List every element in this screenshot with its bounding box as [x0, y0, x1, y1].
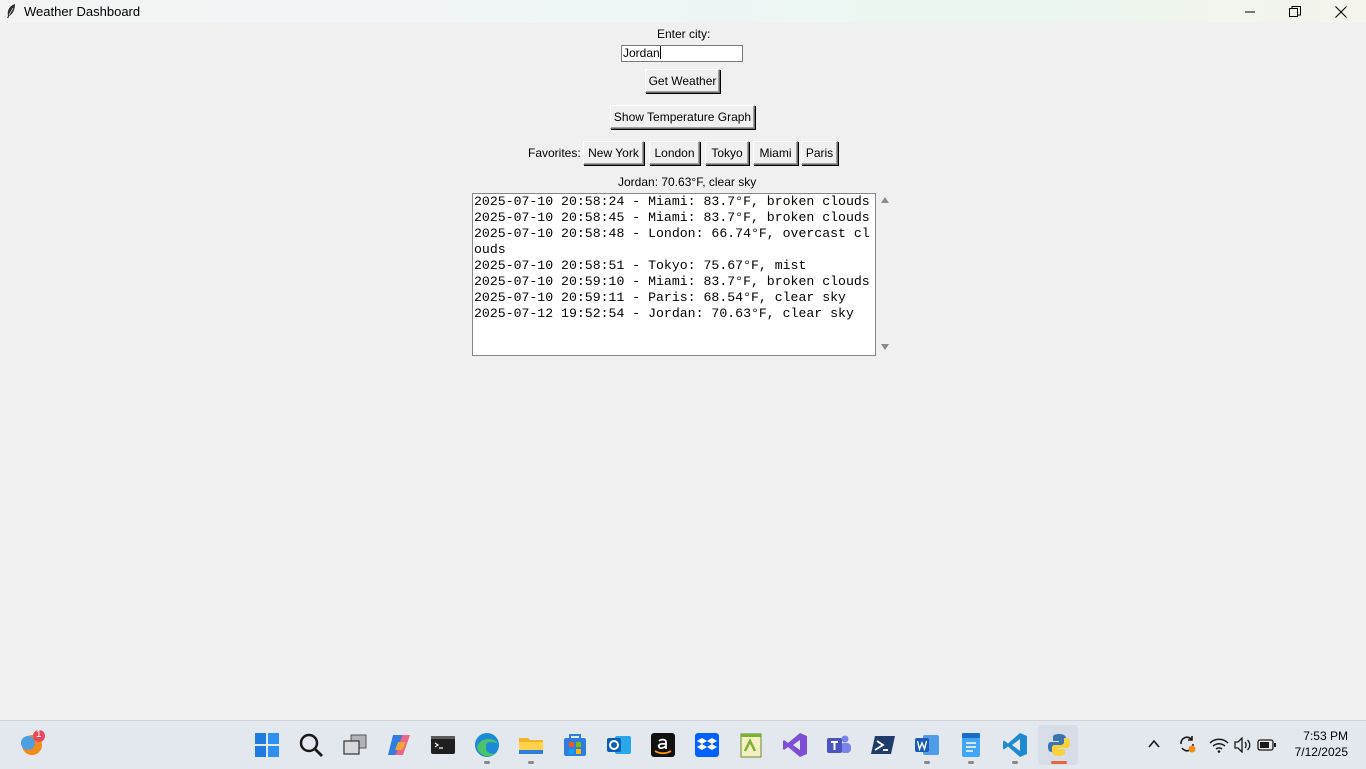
word-icon[interactable]: [914, 732, 940, 758]
volume-icon[interactable]: [1234, 737, 1252, 753]
close-icon: [1335, 5, 1347, 18]
clock-date: 7/12/2025: [1294, 745, 1348, 759]
restore-icon: [1289, 5, 1301, 17]
city-input[interactable]: Jordan: [621, 45, 743, 62]
history-line: ouds: [474, 242, 506, 257]
history-line: 2025-07-10 20:59:11 - Paris: 68.54°F, cl…: [474, 290, 846, 305]
powershell-icon[interactable]: [870, 732, 896, 758]
history-line: 2025-07-10 20:58:45 - Miami: 83.7°F, bro…: [474, 210, 870, 225]
vscode-icon[interactable]: [1002, 732, 1028, 758]
terminal-icon[interactable]: [430, 732, 456, 758]
text-caret: [659, 46, 661, 59]
favorite-paris-button[interactable]: Paris: [801, 141, 838, 165]
wifi-icon[interactable]: [1209, 737, 1229, 753]
taskbar: [0, 720, 1366, 769]
minimize-icon: [1245, 11, 1255, 12]
favorite-london-button[interactable]: London: [649, 141, 700, 165]
outlook-icon[interactable]: [606, 732, 632, 758]
teams-icon[interactable]: [826, 732, 852, 758]
favorite-miami-button[interactable]: Miami: [753, 141, 798, 165]
amazon-icon[interactable]: [650, 732, 676, 758]
window-title: Weather Dashboard: [24, 4, 141, 19]
chevron-up-icon[interactable]: [1147, 737, 1161, 751]
history-line: 2025-07-10 20:58:51 - Tokyo: 75.67°F, mi…: [474, 258, 807, 273]
scroll-up-arrow-icon[interactable]: [880, 196, 890, 204]
search-icon[interactable]: [298, 732, 324, 758]
notepad-icon[interactable]: [958, 732, 984, 758]
notepad-plus-icon[interactable]: [738, 732, 764, 758]
edge-icon[interactable]: [474, 732, 500, 758]
history-line: 2025-07-10 20:58:48 - London: 66.74°F, o…: [474, 226, 870, 241]
file-explorer-icon[interactable]: [518, 732, 544, 758]
history-line: 2025-07-12 19:52:54 - Jordan: 70.63°F, c…: [474, 306, 854, 321]
dropbox-icon[interactable]: [694, 732, 720, 758]
favorite-tokyo-button[interactable]: Tokyo: [705, 141, 749, 165]
task-view-icon[interactable]: [342, 732, 368, 758]
scroll-down-arrow-icon[interactable]: [880, 343, 890, 351]
running-indicator: [1012, 761, 1018, 764]
store-icon[interactable]: [562, 732, 588, 758]
weather-result-label: Jordan: 70.63°F, clear sky: [618, 175, 757, 189]
feather-icon: [7, 4, 15, 18]
running-indicator: [484, 761, 490, 764]
start-icon[interactable]: [254, 732, 280, 758]
active-indicator: [1051, 761, 1067, 764]
python-icon[interactable]: [1046, 732, 1072, 758]
battery-icon[interactable]: [1257, 738, 1277, 752]
get-weather-button[interactable]: Get Weather: [645, 69, 720, 93]
history-textbox[interactable]: 2025-07-10 20:58:24 - Miami: 83.7°F, bro…: [472, 193, 876, 356]
restore-button[interactable]: [1272, 0, 1318, 23]
history-line: 2025-07-10 20:58:24 - Miami: 83.7°F, bro…: [474, 194, 870, 209]
clock-time: 7:53 PM: [1303, 729, 1348, 743]
system-clock[interactable]: 7:53 PM 7/12/2025: [1295, 728, 1348, 760]
running-indicator: [968, 761, 974, 764]
close-button[interactable]: [1318, 0, 1364, 23]
title-bar[interactable]: Weather Dashboard: [0, 0, 1366, 23]
show-temperature-graph-button[interactable]: Show Temperature Graph: [610, 105, 755, 129]
running-indicator: [924, 761, 930, 764]
weather-widget-icon[interactable]: [18, 728, 48, 758]
favorite-new-york-button[interactable]: New York: [583, 141, 644, 165]
visual-studio-icon[interactable]: [782, 732, 808, 758]
widget-badge: 1: [36, 729, 42, 740]
copilot-icon[interactable]: [386, 732, 412, 758]
sync-icon[interactable]: [1177, 734, 1197, 754]
city-label: Enter city:: [657, 27, 711, 41]
running-indicator: [528, 761, 534, 764]
history-line: 2025-07-10 20:59:10 - Miami: 83.7°F, bro…: [474, 274, 870, 289]
city-input-value: Jordan: [623, 46, 660, 60]
favorites-label: Favorites:: [528, 146, 581, 160]
minimize-button[interactable]: [1227, 0, 1273, 23]
